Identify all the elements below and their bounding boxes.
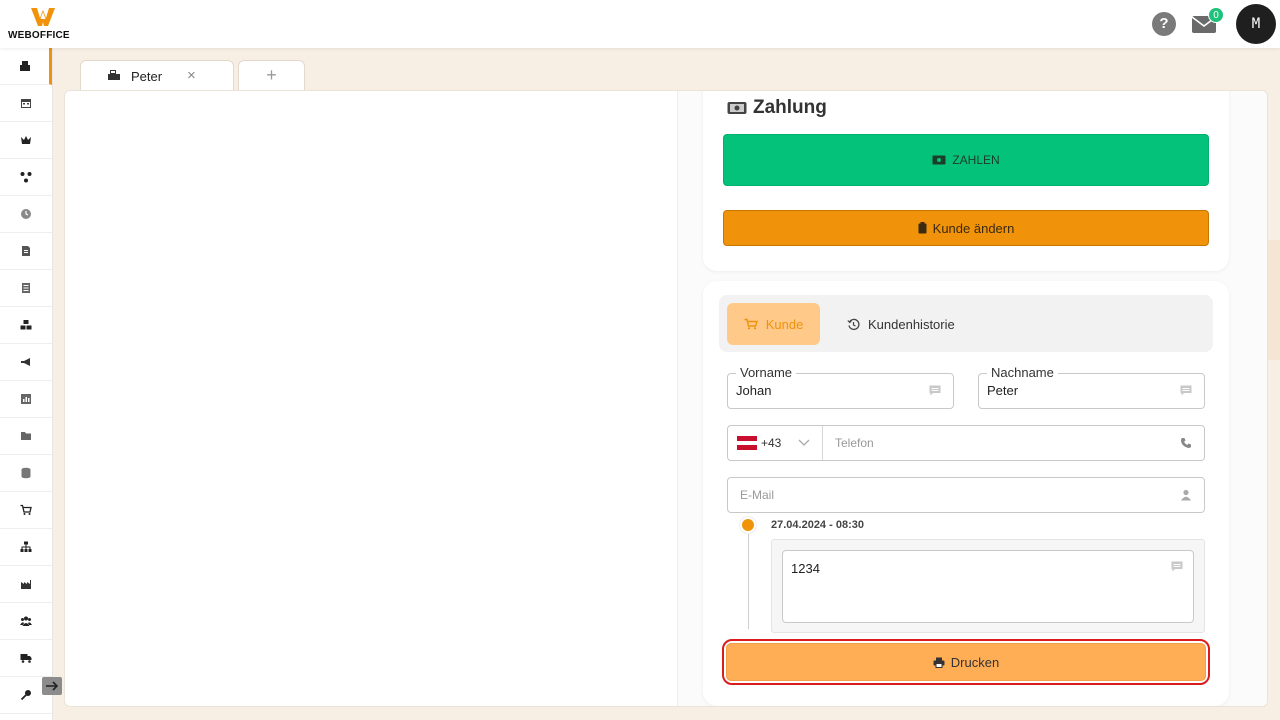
comment-icon bbox=[1180, 385, 1192, 396]
arrow-right-icon bbox=[46, 681, 59, 691]
sidebar-item-truck[interactable] bbox=[0, 640, 52, 677]
tab-history-label: Kundenhistorie bbox=[868, 316, 955, 332]
document-icon bbox=[22, 246, 30, 256]
user-avatar[interactable]: M bbox=[1236, 4, 1276, 44]
tab-customer[interactable]: Kunde bbox=[727, 303, 820, 345]
note-textarea[interactable]: 1234 bbox=[782, 550, 1194, 623]
sidebar-item-hierarchy[interactable] bbox=[0, 529, 52, 566]
cash-register-icon bbox=[19, 61, 30, 71]
sidebar bbox=[0, 48, 53, 720]
network-icon bbox=[20, 172, 32, 183]
sidebar-item-folder[interactable] bbox=[0, 418, 52, 455]
clock-icon bbox=[21, 209, 31, 219]
sidebar-item-chart[interactable] bbox=[0, 381, 52, 418]
sidebar-item-network[interactable] bbox=[0, 159, 52, 196]
customer-tabs: Kunde Kundenhistorie bbox=[719, 295, 1213, 352]
austria-flag-icon bbox=[737, 436, 757, 450]
pay-button-label: ZAHLEN bbox=[952, 153, 1000, 167]
last-name-value: Peter bbox=[987, 383, 1019, 398]
mail-count-badge: 0 bbox=[1208, 7, 1224, 23]
customer-card: Kunde Kundenhistorie Vorname Johan Nachn… bbox=[703, 281, 1229, 706]
email-field[interactable]: E-Mail bbox=[727, 477, 1205, 513]
users-icon bbox=[20, 616, 32, 626]
truck-icon bbox=[20, 654, 32, 663]
last-name-label: Nachname bbox=[987, 365, 1058, 380]
email-placeholder: E-Mail bbox=[740, 488, 775, 502]
close-icon[interactable]: × bbox=[187, 67, 196, 84]
print-button-label: Drucken bbox=[950, 654, 1000, 670]
sidebar-item-crown[interactable] bbox=[0, 122, 52, 159]
printer-icon bbox=[933, 657, 945, 668]
cash-register-icon bbox=[108, 70, 120, 80]
sidebar-item-calendar[interactable] bbox=[0, 85, 52, 122]
add-tab-button[interactable]: + bbox=[238, 60, 305, 90]
chart-icon bbox=[21, 394, 31, 404]
timeline-line bbox=[748, 524, 749, 629]
industry-icon bbox=[21, 580, 31, 589]
hierarchy-icon bbox=[20, 541, 32, 552]
comment-icon bbox=[929, 385, 941, 396]
plus-icon: + bbox=[266, 65, 277, 85]
money-icon bbox=[932, 155, 946, 165]
tab-customer-history[interactable]: Kundenhistorie bbox=[847, 303, 955, 345]
country-code-select[interactable]: +43 bbox=[728, 426, 823, 460]
last-name-field[interactable]: Nachname Peter bbox=[978, 365, 1205, 409]
phone-icon bbox=[1181, 438, 1191, 448]
money-icon bbox=[727, 102, 747, 114]
chevron-down-icon bbox=[798, 439, 810, 446]
top-bar: WEBOFFICE ? 0 M bbox=[0, 0, 1280, 48]
tab-peter[interactable]: Peter × bbox=[80, 60, 234, 90]
sidebar-item-cash-register[interactable] bbox=[0, 48, 52, 85]
sidebar-item-document[interactable] bbox=[0, 233, 52, 270]
phone-placeholder: Telefon bbox=[835, 436, 874, 450]
print-button[interactable]: Drucken bbox=[726, 643, 1206, 681]
comment-icon bbox=[1171, 561, 1183, 572]
sidebar-expand-button[interactable] bbox=[42, 677, 62, 695]
weboffice-logo[interactable]: WEBOFFICE bbox=[8, 6, 80, 42]
tab-label: Peter bbox=[131, 69, 163, 84]
first-name-label: Vorname bbox=[736, 365, 797, 380]
sidebar-item-users[interactable] bbox=[0, 603, 52, 640]
cart-icon bbox=[744, 318, 758, 330]
sidebar-item-list[interactable] bbox=[0, 270, 52, 307]
logo-mark-icon bbox=[31, 8, 55, 26]
help-icon[interactable]: ? bbox=[1152, 12, 1176, 36]
boxes-icon bbox=[20, 320, 32, 330]
crown-icon bbox=[21, 136, 31, 144]
phone-field[interactable]: +43 Telefon bbox=[727, 425, 1205, 461]
megaphone-icon bbox=[21, 358, 30, 366]
logo-text: WEBOFFICE bbox=[8, 30, 70, 41]
sidebar-item-industry[interactable] bbox=[0, 566, 52, 603]
user-icon bbox=[1181, 489, 1191, 501]
sidebar-item-database[interactable] bbox=[0, 455, 52, 492]
note-entry: 1234 bbox=[771, 539, 1205, 633]
history-icon bbox=[847, 318, 860, 330]
sidebar-item-cart[interactable] bbox=[0, 492, 52, 529]
calendar-icon bbox=[21, 99, 31, 108]
note-timestamp: 27.04.2024 - 08:30 bbox=[771, 519, 864, 531]
clipboard-icon bbox=[918, 222, 927, 234]
tab-customer-label: Kunde bbox=[765, 316, 804, 332]
sidebar-item-clock[interactable] bbox=[0, 196, 52, 233]
sidebar-item-megaphone[interactable] bbox=[0, 344, 52, 381]
timeline-dot bbox=[740, 517, 756, 533]
list-icon bbox=[22, 283, 30, 293]
change-customer-button[interactable]: Kunde ändern bbox=[723, 210, 1209, 246]
first-name-field[interactable]: Vorname Johan bbox=[727, 365, 954, 409]
folder-icon bbox=[21, 432, 31, 440]
first-name-value: Johan bbox=[736, 383, 772, 398]
key-icon bbox=[20, 690, 31, 701]
note-text: 1234 bbox=[791, 561, 820, 576]
checkout-panel: Zahlung ZAHLEN Kunde ändern Kunde Kunden… bbox=[677, 91, 1267, 706]
sidebar-item-boxes[interactable] bbox=[0, 307, 52, 344]
cart-icon bbox=[20, 504, 32, 515]
background-decoration bbox=[1266, 240, 1280, 360]
pay-button[interactable]: ZAHLEN bbox=[723, 134, 1209, 186]
database-icon bbox=[21, 467, 31, 479]
change-customer-label: Kunde ändern bbox=[932, 220, 1015, 236]
main-content: Zahlung ZAHLEN Kunde ändern Kunde Kunden… bbox=[64, 90, 1268, 707]
payment-card: Zahlung ZAHLEN Kunde ändern bbox=[703, 91, 1229, 271]
payment-title: Zahlung bbox=[753, 97, 827, 118]
country-code-value: +43 bbox=[761, 436, 782, 450]
